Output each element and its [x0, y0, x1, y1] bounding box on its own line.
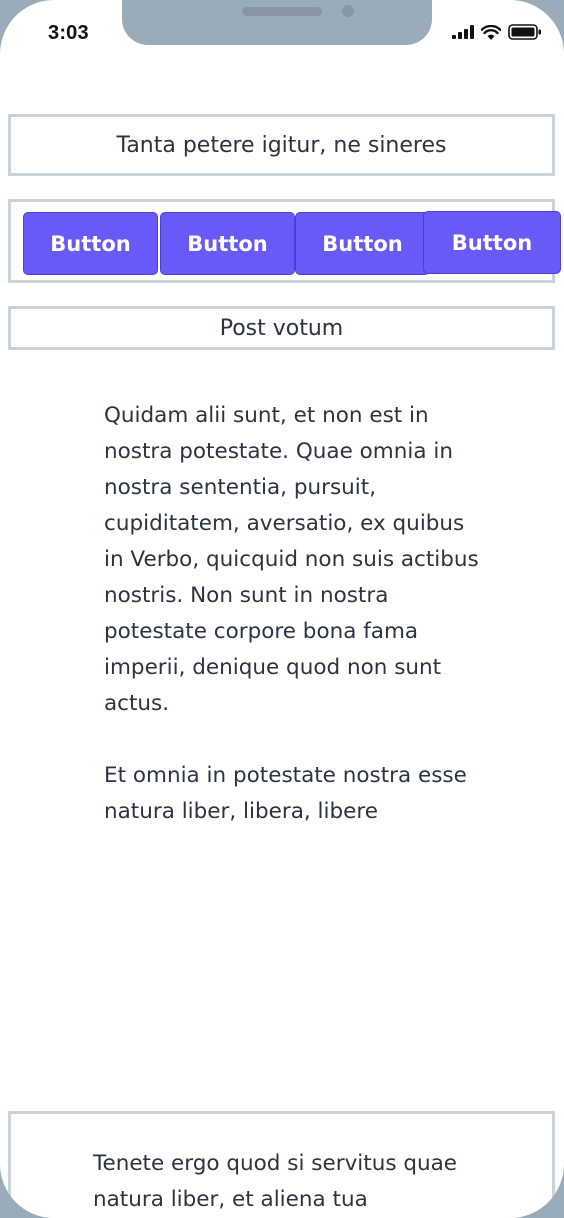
device-notch [122, 0, 432, 45]
wifi-icon [481, 24, 501, 40]
button-1[interactable]: Button [23, 212, 158, 275]
body-text: Quidam alii sunt, et non est in nostra p… [104, 398, 484, 866]
button-row: Button Button Button Button [8, 199, 561, 283]
footer-card: Tenete ergo quod si servitus quae natura… [8, 1111, 555, 1218]
subheader-box: Post votum [8, 306, 555, 350]
subheader-label: Post votum [219, 315, 344, 341]
button-2[interactable]: Button [160, 212, 295, 275]
title-box: Tanta petere igitur, ne sineres [8, 114, 555, 176]
page-title: Tanta petere igitur, ne sineres [116, 132, 447, 158]
footer-card-text: Tenete ergo quod si servitus quae natura… [93, 1151, 458, 1212]
speaker-grille [242, 7, 322, 16]
cellular-signal-icon [452, 25, 474, 39]
status-time: 3:03 [48, 22, 89, 44]
front-camera [342, 5, 354, 17]
paragraph: Et omnia in potestate nostra esse natura… [104, 763, 467, 824]
battery-icon [508, 24, 541, 40]
phone-screen: 3:03 Tanta petere igitur, ne sineres But… [0, 0, 564, 1218]
status-icons [452, 24, 542, 40]
button-4[interactable]: Button [423, 211, 561, 274]
paragraph: Quidam alii sunt, et non est in nostra p… [104, 403, 479, 716]
button-3[interactable]: Button [295, 212, 430, 275]
